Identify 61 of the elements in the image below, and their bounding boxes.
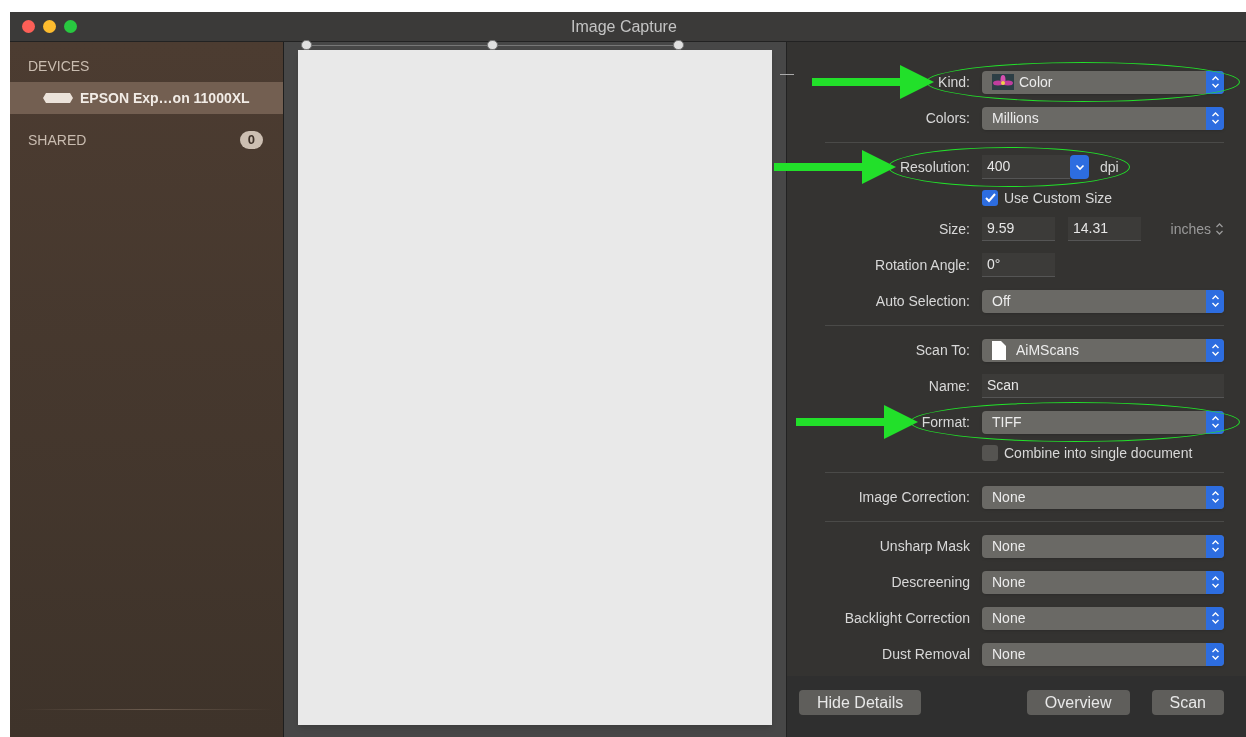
chevron-updown-icon	[1210, 647, 1220, 661]
unit-label: dpi	[1100, 157, 1119, 177]
popup-button[interactable]: None	[982, 534, 1224, 558]
popup-button[interactable]: AiMScans	[982, 338, 1224, 362]
chevron-updown-icon	[1210, 415, 1220, 429]
section-header: DEVICES	[28, 56, 90, 76]
chevron-updown-icon	[1210, 75, 1220, 89]
input-field[interactable]: 0°	[982, 253, 1055, 277]
checkbox-label: Combine into single document	[1004, 443, 1193, 463]
input-field[interactable]: Scan	[982, 374, 1224, 398]
chevron-updown-icon	[1210, 343, 1220, 357]
unit-popup[interactable]: inches	[1170, 218, 1224, 240]
field-label: Colors:	[925, 110, 970, 126]
field-label: Rotation Angle:	[875, 257, 970, 273]
popup-button[interactable]: TIFF	[982, 410, 1224, 434]
input-field[interactable]: 9.59	[982, 217, 1055, 241]
chevron-down-icon	[1074, 163, 1085, 171]
field-label: Image Correction:	[858, 489, 970, 505]
field-label: Dust Removal	[882, 646, 970, 662]
push-button[interactable]: Overview	[1026, 690, 1130, 715]
field-label: Auto Selection:	[875, 293, 970, 309]
field-label: Scan To:	[915, 342, 970, 358]
chevron-updown-icon	[1210, 575, 1220, 589]
chevron-updown-icon	[1215, 222, 1224, 236]
field-label: Descreening	[891, 574, 970, 590]
checkbox-label: Use Custom Size	[1004, 188, 1113, 208]
popup-button[interactable]: None	[982, 570, 1224, 594]
chevron-updown-icon	[1210, 490, 1220, 504]
device-item[interactable]: EPSON Exp…on 11000XL	[10, 82, 283, 114]
field-label: Backlight Correction	[844, 610, 970, 626]
zoom-button[interactable]	[64, 20, 77, 33]
document-icon	[992, 340, 1006, 360]
push-button[interactable]: Scan	[1151, 690, 1224, 715]
section-header: SHARED	[28, 130, 87, 150]
popup-button[interactable]: None	[982, 485, 1224, 509]
push-button[interactable]: Hide Details	[799, 690, 922, 715]
popup-button[interactable]: None	[982, 606, 1224, 630]
scanner-icon	[43, 93, 73, 103]
count-badge: 0	[239, 131, 263, 149]
minimize-button[interactable]	[43, 20, 56, 33]
checkbox[interactable]	[982, 190, 998, 206]
field-label: Unsharp Mask	[879, 538, 970, 554]
chevron-updown-icon	[1210, 611, 1220, 625]
checkbox[interactable]	[982, 445, 998, 461]
window-title: Image Capture	[571, 16, 677, 37]
check-icon	[984, 193, 996, 203]
field-label: Size:	[938, 221, 970, 237]
input-field[interactable]: 14.31	[1068, 217, 1141, 241]
flower-icon	[992, 74, 1014, 90]
chevron-updown-icon	[1210, 294, 1220, 308]
popup-button[interactable]: Off	[982, 289, 1224, 313]
field-label: Format:	[921, 414, 970, 430]
close-button[interactable]	[22, 20, 35, 33]
field-label: Resolution:	[899, 159, 970, 175]
popup-button[interactable]: Millions	[982, 106, 1224, 130]
chevron-updown-icon	[1210, 539, 1220, 553]
popup-button[interactable]: None	[982, 642, 1224, 666]
field-label: Name:	[928, 378, 970, 394]
popup-button[interactable]: Color	[982, 70, 1224, 94]
chevron-updown-icon	[1210, 111, 1220, 125]
field-label: Kind:	[938, 74, 970, 90]
